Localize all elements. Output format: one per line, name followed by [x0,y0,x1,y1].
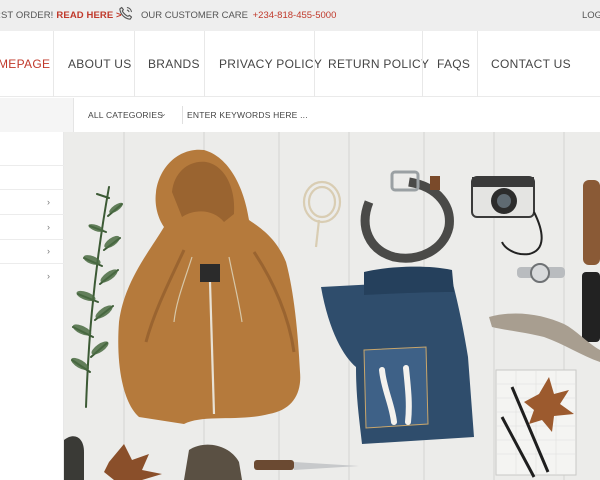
nav-divider [422,31,423,97]
phone-icon [119,6,133,20]
chevron-right-icon: › [47,246,50,256]
nav-divider [53,31,54,97]
nav-about-us[interactable]: ABOUT US [68,31,132,97]
promo-notice: RST ORDER!READ HERE > [0,10,122,21]
search-bar-row: ALL CATEGORIES ⌄ [0,98,600,132]
customer-care: OUR CUSTOMER CARE +234-818-455-5000 [141,10,336,21]
category-select[interactable]: ALL CATEGORIES [88,110,163,120]
category-item[interactable]: › [0,191,64,215]
nav-return-policy[interactable]: RETURN POLICY [328,31,429,97]
top-bar: RST ORDER!READ HERE > OUR CUSTOMER CARE … [0,0,600,31]
search-input[interactable] [187,106,587,124]
read-here-link[interactable]: READ HERE > [56,10,121,21]
chevron-right-icon: › [47,271,50,281]
care-phone-number[interactable]: +234-818-455-5000 [253,10,337,21]
promo-text: RST ORDER! [0,10,54,21]
hero-banner[interactable] [64,132,600,480]
category-item[interactable]: › [0,240,64,264]
category-item[interactable]: › [0,265,64,289]
nav-divider [477,31,478,97]
care-label: OUR CUSTOMER CARE [141,10,248,21]
chevron-down-icon: ⌄ [160,109,167,118]
chevron-right-icon: › [47,197,50,207]
category-sidebar: › › › › [0,132,64,480]
nav-divider [314,31,315,97]
nav-privacy-policy[interactable]: PRIVACY POLICY [219,31,322,97]
search-box: ALL CATEGORIES ⌄ [73,98,600,132]
nav-homepage[interactable]: MEPAGE [0,31,50,97]
nav-contact-us[interactable]: CONTACT US [491,31,571,97]
main-nav: MEPAGE ABOUT US BRANDS PRIVACY POLICY RE… [0,31,600,97]
category-item[interactable] [0,166,64,190]
category-item[interactable] [0,142,64,166]
chevron-right-icon: › [47,222,50,232]
nav-divider [134,31,135,97]
category-item[interactable]: › [0,216,64,240]
hero-image [64,132,600,480]
search-divider [182,106,183,124]
nav-divider [204,31,205,97]
nav-faqs[interactable]: FAQS [437,31,470,97]
nav-brands[interactable]: BRANDS [148,31,200,97]
login-link[interactable]: LOG [582,10,600,21]
